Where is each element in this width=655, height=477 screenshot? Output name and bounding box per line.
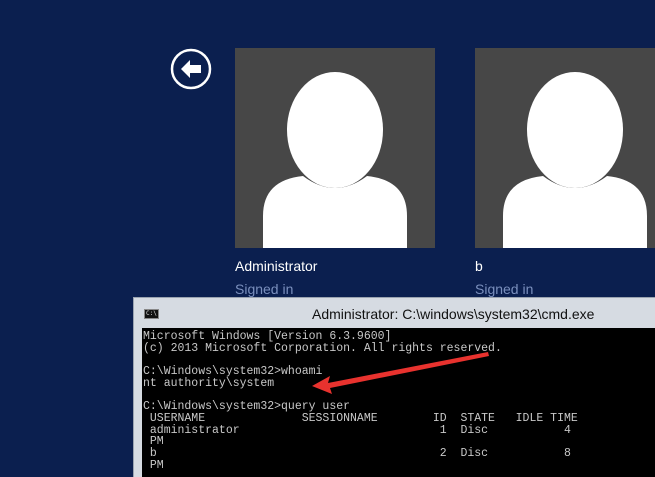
lock-screen: Administrator Signed in b Signed in C:\ … — [0, 0, 655, 477]
user-silhouette-icon — [503, 72, 647, 248]
console-line: PM — [143, 458, 164, 472]
console-line: C:\Windows\system32>whoami — [143, 365, 323, 379]
console-line: USERNAME SESSIONNAME ID STATE IDLE TIME — [143, 411, 578, 425]
user-avatar — [475, 48, 655, 248]
user-silhouette-icon — [263, 72, 407, 248]
user-status: Signed in — [235, 281, 294, 297]
console-line: administrator 1 Disc 4 — [143, 423, 571, 437]
user-tile-b[interactable]: b Signed in — [475, 48, 655, 298]
user-name: b — [475, 258, 483, 274]
user-avatar — [235, 48, 435, 248]
console-line: b 2 Disc 8 — [143, 446, 571, 460]
console-line: Microsoft Windows [Version 6.3.9600] — [143, 330, 392, 343]
user-status: Signed in — [475, 281, 534, 297]
back-button[interactable] — [170, 48, 212, 90]
cmd-app-icon: C:\ — [144, 309, 159, 319]
console-line: nt authority\system — [143, 376, 275, 390]
console-line: (c) 2013 Microsoft Corporation. All righ… — [143, 341, 502, 355]
user-tile-administrator[interactable]: Administrator Signed in — [235, 48, 435, 298]
back-arrow-icon — [170, 48, 212, 90]
cmd-window[interactable]: C:\ Administrator: C:\windows\system32\c… — [133, 297, 655, 477]
console-output[interactable]: Microsoft Windows [Version 6.3.9600] (c)… — [142, 328, 655, 477]
cmd-titlebar[interactable]: C:\ Administrator: C:\windows\system32\c… — [134, 298, 655, 328]
user-name: Administrator — [235, 258, 318, 274]
cmd-window-title: Administrator: C:\windows\system32\cmd.e… — [312, 306, 595, 322]
